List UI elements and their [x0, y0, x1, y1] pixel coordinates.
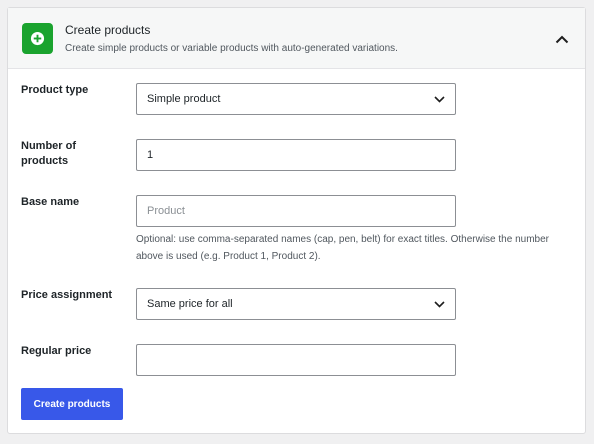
base-name-input[interactable] — [136, 195, 456, 227]
price-assignment-value: Same price for all — [147, 298, 233, 310]
regular-price-input[interactable] — [136, 344, 456, 376]
plus-circle-icon — [22, 22, 53, 54]
price-assignment-label: Price assignment — [21, 289, 113, 301]
panel-title: Create products — [65, 23, 151, 37]
number-of-products-input[interactable] — [136, 139, 456, 171]
product-type-select[interactable]: Simple product — [136, 83, 456, 115]
chevron-down-icon — [434, 95, 445, 103]
number-of-products-label: Number of products — [21, 140, 76, 167]
create-products-button[interactable]: Create products — [21, 388, 123, 420]
create-products-panel: Create products Create simple products o… — [7, 7, 586, 434]
product-type-value: Simple product — [147, 93, 221, 105]
price-assignment-select[interactable]: Same price for all — [136, 288, 456, 320]
product-type-label: Product type — [21, 84, 89, 96]
chevron-down-icon — [434, 300, 445, 308]
regular-price-label: Regular price — [21, 345, 92, 357]
chevron-up-icon[interactable] — [553, 30, 571, 48]
panel-header: Create products Create simple products o… — [8, 8, 585, 69]
panel-subtitle: Create simple products or variable produ… — [65, 43, 398, 54]
header-text: Create products Create simple products o… — [65, 22, 398, 54]
base-name-help: Optional: use comma-separated names (cap… — [136, 234, 549, 262]
base-name-label: Base name — [21, 196, 80, 208]
